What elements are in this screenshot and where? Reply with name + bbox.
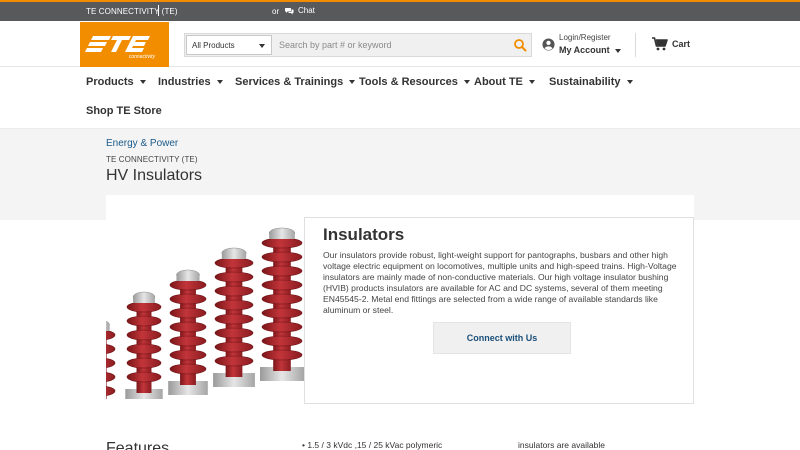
insulator-shed — [126, 371, 162, 383]
cart-label: Cart — [672, 39, 691, 49]
metal-cap-side — [269, 233, 295, 239]
category-select[interactable]: All Products — [186, 35, 272, 55]
insulator-shed — [169, 363, 207, 375]
nav-item-shop-te-store[interactable]: Shop TE Store — [86, 105, 162, 117]
nav-item-about-te[interactable]: About TE — [474, 76, 535, 88]
insulator-shed — [126, 315, 162, 327]
chevron-down-icon — [349, 80, 356, 84]
chevron-down-icon — [216, 80, 223, 84]
breadcrumb[interactable]: Energy & Power — [106, 138, 178, 149]
metal-cap-side — [176, 275, 200, 281]
nav-label: Services & Trainings — [235, 76, 344, 88]
te-logo-mark — [85, 36, 150, 52]
chevron-down-icon — [139, 80, 146, 84]
nav-label: Tools & Resources — [359, 76, 458, 88]
insulator-shed — [261, 321, 303, 333]
insulators-illustration — [106, 227, 304, 399]
company-name: TE CONNECTIVITY (TE) — [86, 7, 178, 16]
nav-item-tools-resources[interactable]: Tools & Resources — [359, 76, 470, 88]
metal-cap-side — [221, 253, 247, 259]
company-label: TE CONNECTIVITY (TE) — [106, 155, 198, 164]
insulator-shed — [126, 343, 162, 355]
insulator-shed — [169, 307, 207, 319]
nav-item-services-trainings[interactable]: Services & Trainings — [235, 76, 356, 88]
feature-item: insulators are available — [518, 440, 605, 450]
chevron-down-icon — [626, 80, 633, 84]
logo-subtext: connectivity — [128, 54, 155, 60]
insulator-shed — [214, 313, 254, 325]
login-register-link[interactable]: Login/Register — [559, 33, 611, 42]
insulator-shed — [169, 335, 207, 347]
insulator-shed — [169, 321, 207, 333]
insulator-shed — [214, 327, 254, 339]
nav-item-products[interactable]: Products — [86, 76, 146, 88]
features-heading: Features — [106, 440, 170, 450]
insulator-shed — [169, 349, 207, 361]
page-title: HV Insulators — [106, 167, 203, 184]
insulator-shed — [106, 386, 116, 396]
insulator-shed — [126, 329, 162, 341]
connect-with-us-button[interactable]: Connect with Us — [433, 322, 571, 354]
feature-item: • 1.5 / 3 kVdc ,15 / 25 kVac polymeric — [302, 440, 443, 450]
metal-cap-side — [133, 297, 155, 303]
nav-item-industries[interactable]: Industries — [158, 76, 223, 88]
card-heading: Insulators — [323, 225, 405, 244]
cart-icon — [652, 37, 668, 51]
chevron-down-icon — [615, 49, 621, 53]
divider — [158, 5, 159, 16]
chevron-down-icon — [463, 80, 470, 84]
chevron-down-icon — [259, 44, 265, 48]
search-icon[interactable] — [513, 38, 527, 52]
insulator-shed — [261, 251, 303, 263]
insulator-shed — [106, 344, 116, 354]
insulators-image — [106, 217, 304, 399]
or-text: or — [272, 7, 280, 16]
search-bar: All Products — [184, 33, 532, 57]
cart-button[interactable]: Cart — [652, 37, 690, 51]
insulator-shed — [214, 355, 254, 367]
insulator-shed — [261, 349, 303, 361]
nav-item-sustainability[interactable]: Sustainability — [549, 76, 633, 88]
insulator-shed — [261, 293, 303, 305]
search-input[interactable] — [279, 37, 499, 53]
user-icon — [542, 38, 555, 51]
main-nav: Products Industries Services & Trainings… — [0, 68, 800, 128]
insulator-shed — [214, 299, 254, 311]
insulator-shed — [261, 279, 303, 291]
nav-label: About TE — [474, 76, 523, 88]
nav-label: Sustainability — [549, 76, 621, 88]
site-header: connectivity All Products Login/Register… — [0, 21, 800, 67]
insulator-shed — [169, 293, 207, 305]
chat-label: Chat — [298, 6, 315, 15]
insulators-card: Insulators Our insulators provide robust… — [304, 217, 694, 404]
chat-link[interactable]: Chat — [285, 6, 315, 15]
nav-label: Products — [86, 76, 134, 88]
nav-label: Industries — [158, 76, 211, 88]
card-description: Our insulators provide robust, light-wei… — [323, 250, 677, 315]
te-logo[interactable]: connectivity — [80, 22, 169, 67]
insulator-shed — [261, 265, 303, 277]
account-menu[interactable]: Login/Register My Account — [542, 32, 627, 58]
my-account-label: My Account — [559, 45, 610, 55]
insulator-shed — [261, 307, 303, 319]
utility-bar: TE CONNECTIVITY (TE) or Chat — [0, 0, 800, 21]
metal-cap-side — [106, 325, 110, 331]
insulator-shed — [261, 335, 303, 347]
category-select-value: All Products — [192, 41, 235, 50]
insulator-shed — [214, 341, 254, 353]
insulator-shed — [126, 357, 162, 369]
insulator-shed — [106, 358, 116, 368]
insulator-shed — [106, 372, 116, 382]
insulator-shed — [261, 237, 303, 249]
chevron-down-icon — [528, 80, 535, 84]
insulator-shed — [214, 285, 254, 297]
insulator-shed — [214, 271, 254, 283]
header-divider — [635, 33, 636, 57]
insulator-shed — [214, 257, 254, 269]
chat-bubbles-icon — [285, 7, 294, 14]
insulator-shed — [106, 330, 116, 340]
insulator-shed — [126, 301, 162, 313]
insulator-shed — [169, 279, 207, 291]
